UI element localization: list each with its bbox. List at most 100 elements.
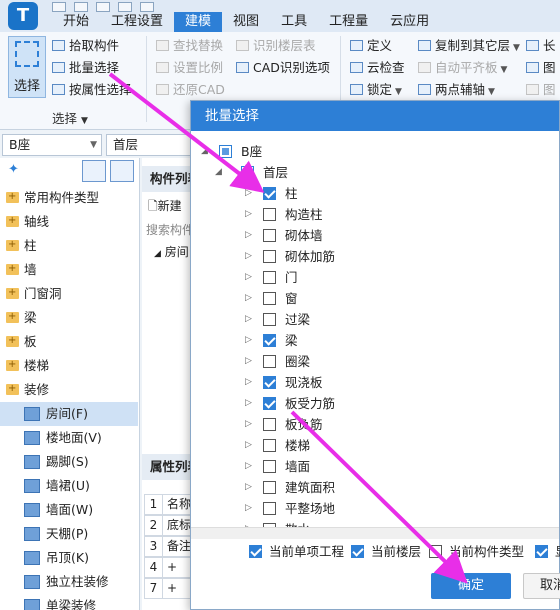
expand-icon[interactable]: ▷ <box>245 435 252 456</box>
tree-node-root[interactable]: ◢ B座 <box>201 141 560 162</box>
menu-tab[interactable]: 云应用 <box>379 12 440 32</box>
filter-option[interactable]: 显 <box>535 543 560 561</box>
component-item[interactable]: ▷ 梁 <box>201 330 560 351</box>
expand-icon[interactable]: ▷ <box>245 414 252 435</box>
expand-icon[interactable]: ▷ <box>245 330 252 351</box>
component-checkbox[interactable] <box>263 481 276 494</box>
component-checkbox[interactable] <box>263 313 276 326</box>
expand-icon[interactable]: ▷ <box>245 225 252 246</box>
lock-button[interactable]: 锁定 ▼ <box>350 80 402 100</box>
auto-flat-slab-button[interactable]: 自动平齐板 ▼ <box>418 58 507 78</box>
component-item[interactable]: ▷ 砌体加筋 <box>201 246 560 267</box>
tree-category-item[interactable]: 楼梯 <box>0 353 138 378</box>
component-item[interactable]: ▷ 楼梯 <box>201 435 560 456</box>
tree-category-item[interactable]: 轴线 <box>0 209 138 234</box>
expand-icon[interactable]: ▷ <box>245 288 252 309</box>
tree-category-item[interactable]: 墙 <box>0 257 138 282</box>
option-checkbox[interactable] <box>535 545 548 558</box>
component-checkbox[interactable] <box>263 418 276 431</box>
tree-category-item[interactable]: 装修 <box>0 377 138 402</box>
menu-tab[interactable]: 开始 <box>52 12 100 32</box>
component-item[interactable]: ▷ 圈梁 <box>201 351 560 372</box>
component-checkbox[interactable] <box>263 397 276 410</box>
tree-category-item[interactable]: 板 <box>0 329 138 354</box>
option-checkbox[interactable] <box>249 545 262 558</box>
expand-icon[interactable]: ▷ <box>245 204 252 225</box>
component-item[interactable]: ▷ 窗 <box>201 288 560 309</box>
tree-category-item[interactable]: 梁 <box>0 305 138 330</box>
expand-icon[interactable]: ▷ <box>245 372 252 393</box>
component-checkbox[interactable] <box>263 292 276 305</box>
component-checkbox[interactable] <box>263 439 276 452</box>
component-item[interactable]: ▷ 平整场地 <box>201 498 560 519</box>
pick-component-button[interactable]: 拾取构件 <box>52 36 119 56</box>
expand-icon[interactable]: ▷ <box>245 393 252 414</box>
floor-select[interactable]: 首层 <box>106 134 192 156</box>
identify-floor-table-button[interactable]: 识别楼层表 <box>236 36 316 56</box>
component-item[interactable]: ▷ 门 <box>201 267 560 288</box>
component-item[interactable]: ▷ 构造柱 <box>201 204 560 225</box>
component-item[interactable]: ▷ 建筑面积 <box>201 477 560 498</box>
app-logo[interactable]: T <box>8 2 38 30</box>
cloud-check-button[interactable]: 云检查 <box>350 58 405 78</box>
redo-icon[interactable] <box>96 2 110 12</box>
tree-decoration-item[interactable]: 房间(F) <box>0 402 138 426</box>
component-item[interactable]: ▷ 柱 <box>201 183 560 204</box>
two-point-axis-button[interactable]: 两点辅轴 ▼ <box>418 80 495 100</box>
expand-icon[interactable]: ▷ <box>245 246 252 267</box>
tree-category-item[interactable]: 柱 <box>0 233 138 258</box>
expand-icon[interactable]: ▷ <box>245 183 252 204</box>
restore-cad-button[interactable]: 还原CAD <box>156 80 225 100</box>
cancel-button[interactable]: 取消 <box>523 573 560 599</box>
component-search-input[interactable]: 搜索构件 <box>146 220 191 241</box>
long-button[interactable]: 长 <box>526 36 556 56</box>
collapse-icon[interactable]: ◢ <box>215 162 222 183</box>
component-checkbox[interactable] <box>263 229 276 242</box>
select-button[interactable]: 选择 <box>8 36 46 98</box>
component-item[interactable]: ▷ 散水 <box>201 519 560 527</box>
define-button[interactable]: 定义 <box>350 36 392 56</box>
tree-category-item[interactable]: 常用构件类型 <box>0 185 138 210</box>
pic-button[interactable]: 图 <box>526 58 556 78</box>
option-checkbox[interactable] <box>429 545 442 558</box>
component-checkbox[interactable] <box>263 376 276 389</box>
filter-option[interactable]: 当前楼层 <box>351 543 421 561</box>
tree-decoration-item[interactable]: 吊顶(K) <box>0 546 138 570</box>
copy-to-other-floor-button[interactable]: 复制到其它层 ▼ <box>418 36 520 56</box>
component-checkbox[interactable] <box>263 250 276 263</box>
set-scale-button[interactable]: 设置比例 <box>156 58 223 78</box>
expand-icon[interactable]: ▷ <box>245 498 252 519</box>
expand-icon[interactable]: ▷ <box>245 519 252 527</box>
component-checkbox[interactable] <box>263 271 276 284</box>
tree-decoration-item[interactable]: 墙面(W) <box>0 498 138 522</box>
component-checkbox[interactable] <box>263 208 276 221</box>
menu-tab[interactable]: 建模 <box>174 12 223 32</box>
menu-tab[interactable]: 视图 <box>222 12 270 32</box>
building-select[interactable]: B座 ▼ <box>2 134 102 156</box>
filter-option[interactable]: 当前单项工程 <box>249 543 344 561</box>
expand-icon[interactable]: ▷ <box>245 477 252 498</box>
pic2-button[interactable]: 图 <box>526 80 556 100</box>
attribute-row[interactable]: 3 备注 <box>144 536 191 557</box>
grid-view-icon[interactable] <box>110 160 134 182</box>
component-item[interactable]: ▷ 板受力筋 <box>201 393 560 414</box>
menu-tab[interactable]: 工程量 <box>318 12 379 32</box>
select-by-attribute-button[interactable]: 按属性选择 <box>52 80 132 100</box>
menu-tab[interactable]: 工具 <box>270 12 318 32</box>
ok-button[interactable]: 确定 <box>431 573 511 599</box>
cad-identify-options-button[interactable]: CAD识别选项 <box>236 58 330 78</box>
component-item[interactable]: ▷ 墙面 <box>201 456 560 477</box>
option-checkbox[interactable] <box>351 545 364 558</box>
tree-node-floor[interactable]: ◢ 首层 <box>201 162 560 183</box>
attribute-row[interactable]: 1 名称 <box>144 494 191 515</box>
attribute-row[interactable]: 4 + <box>144 557 191 578</box>
layout-icon[interactable] <box>118 2 132 12</box>
room-list-item[interactable]: ◢ 房间 <box>154 242 189 263</box>
component-item[interactable]: ▷ 砌体墙 <box>201 225 560 246</box>
component-item[interactable]: ▷ 现浇板 <box>201 372 560 393</box>
component-checkbox[interactable] <box>263 502 276 515</box>
collapse-icon[interactable]: ◢ <box>201 141 208 162</box>
expand-icon[interactable]: ▷ <box>245 351 252 372</box>
tree-decoration-item[interactable]: 楼地面(V) <box>0 426 138 450</box>
filter-option[interactable]: 当前构件类型 <box>429 543 524 561</box>
